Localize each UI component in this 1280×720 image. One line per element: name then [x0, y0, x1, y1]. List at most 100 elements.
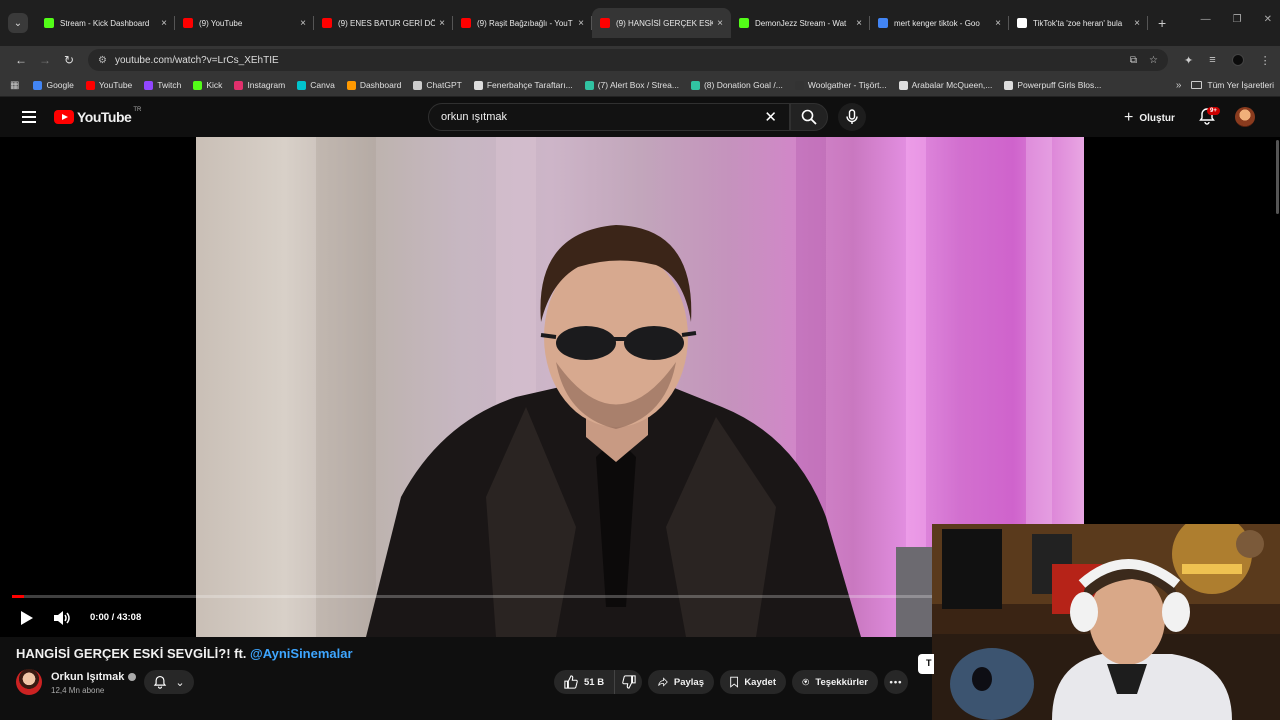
- tab-title: (9) ENES BATUR GERİ DÖN: [338, 18, 436, 28]
- play-icon[interactable]: [20, 610, 34, 626]
- bookmark-label: (8) Donation Goal /...: [703, 80, 783, 90]
- browser-tab[interactable]: (9) Raşit Bağzıbağlı - YouT ×: [453, 8, 592, 38]
- tab-close-icon[interactable]: ×: [995, 18, 1001, 29]
- dislike-button[interactable]: [615, 670, 642, 694]
- browser-tab[interactable]: TikTok'ta 'zoe heran' bula ×: [1009, 8, 1148, 38]
- forward-icon[interactable]: →: [36, 53, 54, 67]
- bookmark-label: YouTube: [98, 80, 133, 90]
- bookmark-item[interactable]: (8) Donation Goal /...: [690, 80, 783, 90]
- video-title-text: HANGİSİ GERÇEK ESKİ SEVGİLİ?! ft.: [16, 646, 251, 661]
- media-controls-icon[interactable]: ≡: [1209, 54, 1215, 66]
- youtube-icon: [600, 18, 610, 28]
- bookmark-item[interactable]: Kick: [193, 80, 222, 90]
- video-progress-bar[interactable]: [12, 595, 932, 598]
- bookmark-label: Dashboard: [359, 80, 402, 90]
- create-button[interactable]: + Oluştur: [1124, 107, 1175, 129]
- back-icon[interactable]: ←: [12, 53, 30, 67]
- bookmark-item[interactable]: Twitch: [144, 80, 181, 90]
- clear-search-icon[interactable]: ✕: [764, 108, 777, 126]
- youtube-logo[interactable]: YouTube TR: [54, 107, 142, 125]
- search-box[interactable]: orkun ışıtmak ✕: [428, 103, 790, 131]
- bookmark-star-icon[interactable]: ☆: [1149, 55, 1158, 66]
- browser-tab[interactable]: mert kenger tiktok - Goo ×: [870, 8, 1009, 38]
- tab-close-icon[interactable]: ×: [856, 18, 862, 29]
- browser-toolbar: ← → ↻ ⚙ youtube.com/watch?v=LrCs_XEhTIE …: [0, 46, 1280, 74]
- youtube-header: YouTube TR orkun ışıtmak ✕ + Oluştur: [0, 97, 1280, 137]
- bookmark-item[interactable]: Canva: [297, 80, 335, 90]
- all-bookmarks-button[interactable]: Tüm Yer İşaretleri: [1191, 80, 1274, 90]
- bookmark-item[interactable]: Dashboard: [346, 80, 402, 90]
- tab-close-icon[interactable]: ×: [717, 18, 723, 29]
- tab-search-button[interactable]: ⌄: [8, 13, 28, 33]
- bookmark-item[interactable]: Arabalar McQueen,...: [898, 80, 993, 90]
- reload-icon[interactable]: ↻: [60, 53, 78, 67]
- super-thanks-icon: [802, 678, 809, 686]
- region-code: TR: [133, 107, 142, 113]
- browser-menu-icon[interactable]: ⋮: [1260, 54, 1271, 67]
- tab-close-icon[interactable]: ×: [578, 18, 584, 29]
- side-panel-chip[interactable]: T: [918, 654, 934, 674]
- browser-tab[interactable]: (9) YouTube ×: [175, 8, 314, 38]
- subscription-notifications-button[interactable]: ⌄: [144, 670, 194, 694]
- page-scrollbar[interactable]: [1276, 140, 1279, 214]
- hamburger-menu-icon[interactable]: [22, 111, 36, 123]
- bookmark-item[interactable]: Woolgather - Tişört...: [794, 80, 887, 90]
- bookmark-item[interactable]: Fenerbahçe Taraftarı...: [473, 80, 573, 90]
- share-button[interactable]: Paylaş: [648, 670, 714, 694]
- thanks-label: Teşekkürler: [815, 676, 868, 688]
- save-button[interactable]: Kaydet: [720, 670, 786, 694]
- bookmark-favicon-icon: [297, 80, 307, 90]
- browser-tab[interactable]: DemonJezz Stream - Wat ×: [731, 8, 870, 38]
- bookmark-item[interactable]: Instagram: [234, 80, 285, 90]
- bookmarks-bar: ▦ Google YouTube Twitch Kick Instagram Canva D…: [0, 74, 1280, 97]
- tab-title: (9) HANGİSİ GERÇEK ESKİ: [616, 18, 714, 28]
- tab-close-icon[interactable]: ×: [1134, 18, 1140, 29]
- progress-played: [12, 595, 24, 598]
- save-label: Kaydet: [744, 676, 776, 688]
- kick-icon: [739, 18, 749, 28]
- bookmark-item[interactable]: Powerpuff Girls Blos...: [1004, 80, 1101, 90]
- channel-avatar[interactable]: [16, 669, 42, 695]
- bookmark-favicon-icon: [85, 80, 95, 90]
- bookmark-item[interactable]: Google: [33, 80, 74, 90]
- bookmark-icon: [730, 676, 739, 688]
- search-button[interactable]: [790, 103, 828, 131]
- tab-close-icon[interactable]: ×: [439, 18, 445, 29]
- new-tab-button[interactable]: +: [1158, 15, 1166, 31]
- channel-name-link[interactable]: Orkun Işıtmak: [51, 671, 137, 683]
- like-button[interactable]: 51 B: [554, 670, 616, 694]
- bookmark-label: Powerpuff Girls Blos...: [1017, 80, 1102, 90]
- profile-avatar[interactable]: [1231, 54, 1244, 66]
- account-avatar[interactable]: [1235, 107, 1255, 127]
- tab-close-icon[interactable]: ×: [161, 18, 167, 29]
- address-bar[interactable]: ⚙ youtube.com/watch?v=LrCs_XEhTIE ⧉ ☆: [88, 49, 1168, 71]
- close-window-icon[interactable]: ✕: [1264, 14, 1272, 25]
- install-app-icon[interactable]: ⧉: [1130, 55, 1137, 66]
- browser-tab[interactable]: (9) HANGİSİ GERÇEK ESKİ ×: [592, 8, 731, 38]
- bookmark-item[interactable]: YouTube: [85, 80, 133, 90]
- more-actions-button[interactable]: •••: [884, 670, 908, 694]
- video-time: 0:00 / 43:08: [90, 612, 142, 623]
- volume-icon[interactable]: [53, 610, 71, 626]
- bookmark-item[interactable]: (7) Alert Box / Strea...: [584, 80, 679, 90]
- chevron-down-icon: ⌄: [13, 17, 23, 29]
- restore-icon[interactable]: ❐: [1233, 14, 1242, 25]
- bookmark-item[interactable]: ChatGPT: [413, 80, 462, 90]
- title-mention-link[interactable]: @AyniSinemalar: [250, 646, 353, 661]
- site-info-icon[interactable]: ⚙: [98, 55, 107, 66]
- like-count: 51 B: [584, 676, 605, 688]
- share-label: Paylaş: [673, 676, 704, 688]
- bookmarks-overflow-icon[interactable]: »: [1176, 80, 1182, 91]
- search-input[interactable]: orkun ışıtmak: [441, 111, 764, 123]
- voice-search-button[interactable]: [838, 103, 866, 131]
- thanks-button[interactable]: Teşekkürler: [792, 670, 878, 694]
- extensions-icon[interactable]: ✦: [1184, 54, 1193, 67]
- browser-tab[interactable]: (9) ENES BATUR GERİ DÖN ×: [314, 8, 453, 38]
- browser-tab[interactable]: Stream - Kick Dashboard ×: [36, 8, 175, 38]
- minimize-icon[interactable]: —: [1201, 14, 1211, 25]
- bookmark-label: (7) Alert Box / Strea...: [597, 80, 679, 90]
- tab-close-icon[interactable]: ×: [300, 18, 306, 29]
- apps-grid-icon[interactable]: ▦: [10, 80, 19, 91]
- bookmark-label: Kick: [206, 80, 223, 90]
- bookmark-label: Arabalar McQueen,...: [911, 80, 993, 90]
